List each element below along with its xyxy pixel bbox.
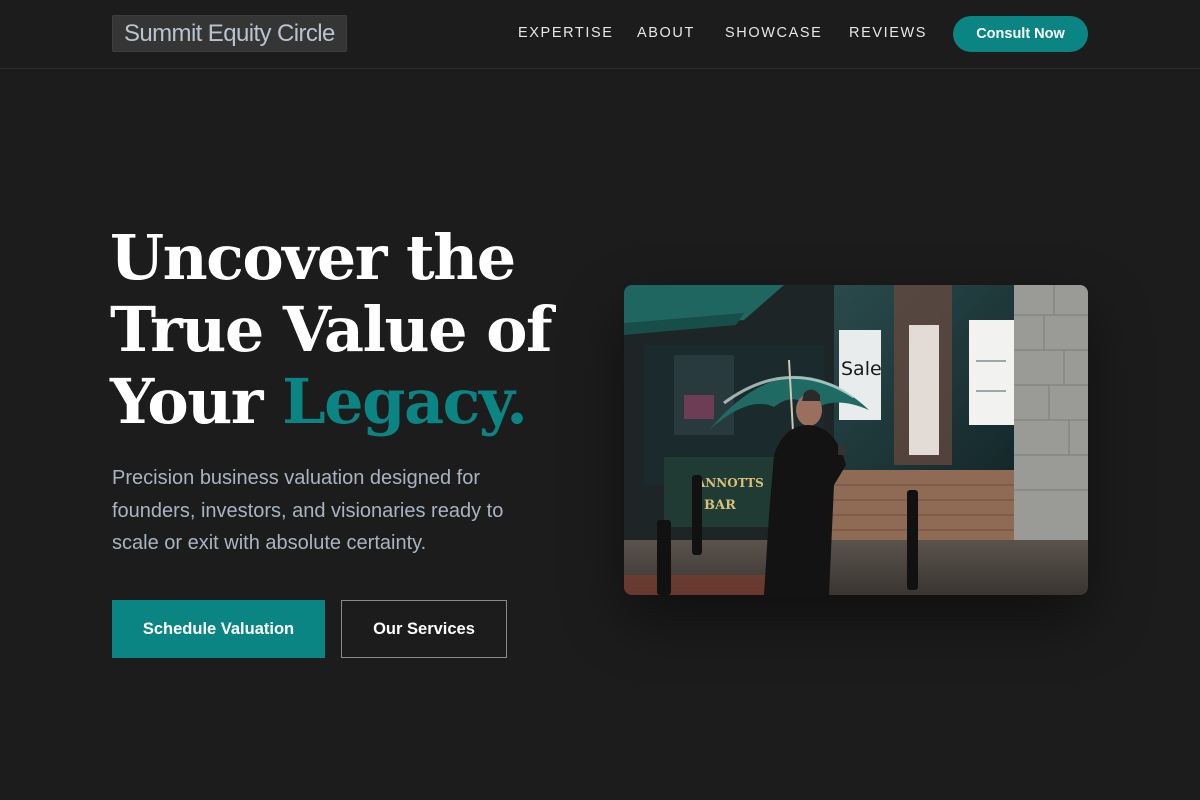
site-header: Summit Equity Circle EXPERTISE ABOUT SHO… <box>0 0 1200 69</box>
hero-title-line-2: True Value of <box>110 293 553 366</box>
consult-now-button[interactable]: Consult Now <box>953 16 1088 52</box>
bar-sign-line-2: BAR <box>704 498 736 513</box>
sale-sign: Sale <box>841 358 882 380</box>
schedule-valuation-button[interactable]: Schedule Valuation <box>112 600 325 658</box>
nav-link-showcase[interactable]: SHOWCASE <box>725 25 822 41</box>
hero-title-accent: Legacy. <box>282 365 528 438</box>
hero-subtitle: Precision business valuation designed fo… <box>112 467 504 554</box>
hero-title: Uncover the True Value of Your Legacy. <box>110 222 610 438</box>
hero-title-line-1: Uncover the <box>110 221 516 294</box>
nav-link-reviews[interactable]: REVIEWS <box>849 25 927 41</box>
hero-image: Sale ANNOTTS BAR <box>624 285 1088 595</box>
hero-title-line-3: Your <box>110 365 283 438</box>
street-scene-illustration: Sale ANNOTTS BAR <box>624 285 1088 595</box>
nav-link-expertise[interactable]: EXPERTISE <box>518 25 614 41</box>
our-services-button[interactable]: Our Services <box>341 600 507 658</box>
nav-link-about[interactable]: ABOUT <box>637 25 695 41</box>
bar-sign-line-1: ANNOTTS <box>695 476 764 490</box>
logo[interactable]: Summit Equity Circle <box>112 15 347 52</box>
